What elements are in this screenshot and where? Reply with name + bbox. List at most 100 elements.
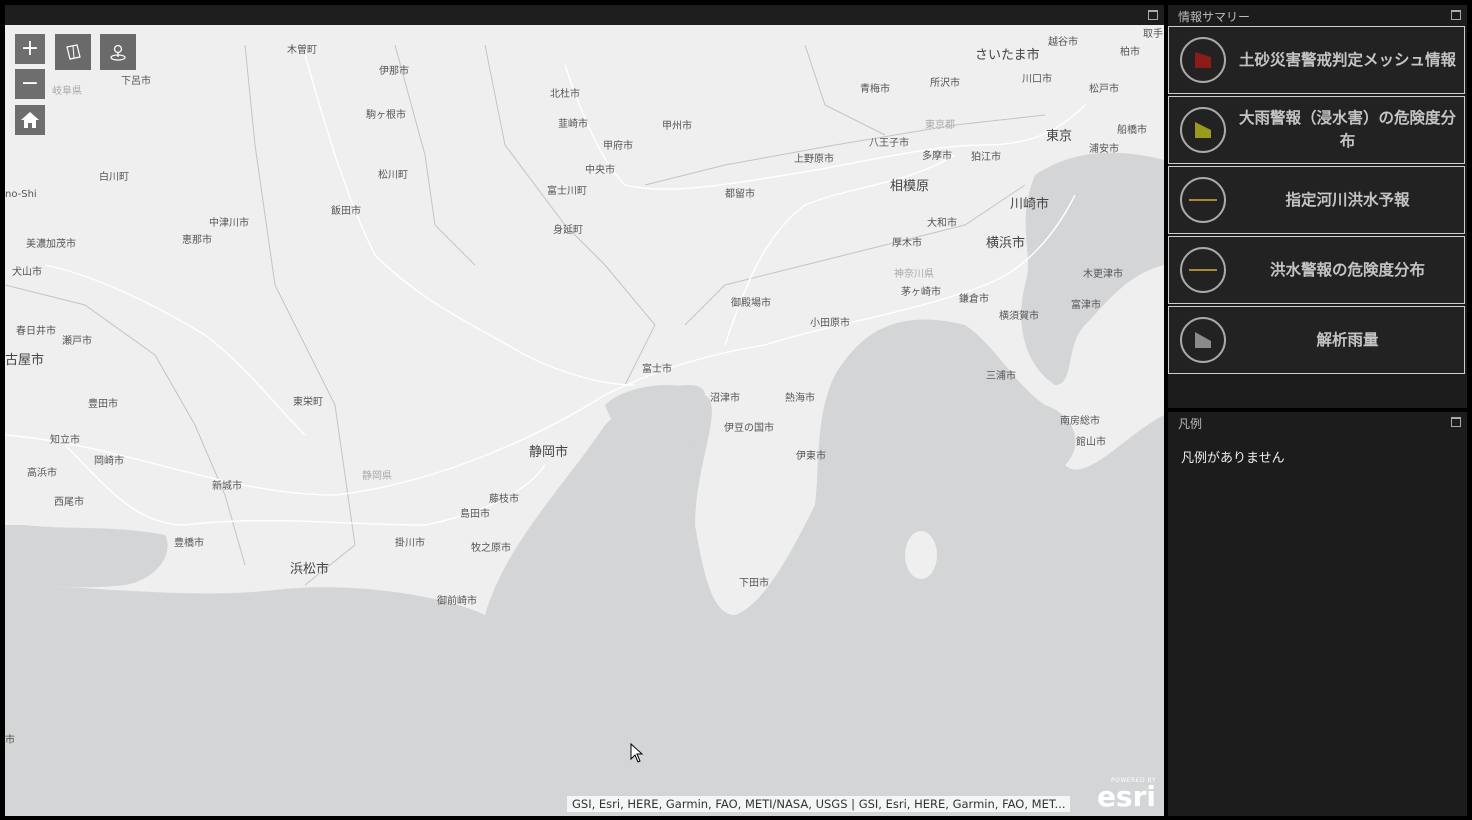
map-label: 犬山市	[12, 267, 42, 278]
summary-card-label: 指定河川洪水予報	[1285, 190, 1410, 209]
map-label: 大和市	[927, 218, 957, 229]
map-label: 取手	[1143, 29, 1163, 40]
map-label: 中津川市	[209, 218, 249, 229]
summary-card-flood-risk[interactable]: 大雨警報（浸水害）の危険度分布	[1168, 96, 1465, 164]
map-label: 多摩市	[922, 151, 952, 162]
map-label: 船橋市	[1117, 125, 1147, 136]
summary-card-label: 土砂災害警戒判定メッシュ情報	[1238, 50, 1456, 69]
map-label: 富士川町	[547, 186, 587, 197]
map-label: 甲州市	[662, 121, 692, 132]
map-label: 豊橋市	[174, 538, 204, 549]
map-label: 富津市	[1071, 300, 1101, 311]
red-flag-icon	[1180, 37, 1226, 83]
map-label: 小田原市	[810, 318, 850, 329]
map-label: no-Shi	[5, 189, 37, 200]
map-label: 横浜市	[986, 236, 1026, 251]
map-label: 東京	[1046, 129, 1073, 144]
zoom-in-button[interactable]: +	[15, 34, 45, 64]
summary-card-river-forecast[interactable]: 指定河川洪水予報	[1168, 166, 1465, 234]
map-label: 掛川市	[395, 538, 425, 549]
map-label: 美濃加茂市	[26, 239, 76, 250]
map-panel: 木曽町 伊那市 下呂市 岐阜県 駒ヶ根市 北杜市 韮崎市 甲府市 甲州市 中央市…	[5, 5, 1164, 816]
map-label: 熱海市	[785, 393, 815, 404]
map-label: 高浜市	[27, 468, 57, 479]
map-label: 古屋市	[5, 353, 45, 368]
summary-card-landslide[interactable]: 土砂災害警戒判定メッシュ情報	[1168, 26, 1465, 94]
map-label: 西尾市	[54, 497, 84, 508]
map-label: 伊豆の国市	[724, 423, 774, 434]
mouse-cursor-icon	[630, 743, 644, 763]
map-header	[5, 5, 1164, 25]
maximize-icon[interactable]	[1148, 10, 1158, 20]
map-label: 沼津市	[710, 393, 740, 404]
map-label: 北杜市	[550, 89, 580, 100]
map-label: 新城市	[212, 481, 242, 492]
map-label: 下田市	[739, 578, 769, 589]
summary-card-label: 洪水警報の危険度分布	[1269, 260, 1425, 279]
map-label: 茅ヶ崎市	[901, 287, 941, 298]
map-label: 静岡県	[362, 471, 392, 482]
esri-logo-text: esri	[1096, 780, 1156, 813]
maximize-icon[interactable]	[1451, 417, 1461, 427]
measure-button[interactable]	[55, 34, 91, 70]
esri-logo: POWERED BY esri	[1096, 777, 1156, 813]
maximize-icon[interactable]	[1451, 10, 1461, 20]
map-label: 下呂市	[121, 76, 151, 87]
map-label: 南房総市	[1060, 416, 1100, 427]
map-label: 都留市	[725, 189, 755, 200]
map-label: 春日井市	[16, 326, 56, 337]
map-label: 狛江市	[971, 152, 1001, 163]
map-canvas[interactable]: 木曽町 伊那市 下呂市 岐阜県 駒ヶ根市 北杜市 韮崎市 甲府市 甲州市 中央市…	[5, 25, 1164, 816]
map-label: 韮崎市	[558, 119, 588, 130]
zoom-out-button[interactable]: −	[15, 69, 45, 99]
map-label: 三浦市	[986, 371, 1016, 382]
map-label: 身延町	[553, 225, 583, 236]
map-label: 岡崎市	[94, 456, 124, 467]
map-label: 飯田市	[331, 206, 361, 217]
attribution: GSI, Esri, HERE, Garmin, FAO, METI/NASA,…	[567, 796, 1071, 812]
map-label: 富士市	[642, 364, 672, 375]
map-label: 御前崎市	[437, 596, 477, 607]
map-label: 松戸市	[1089, 84, 1119, 95]
map-label: 青梅市	[860, 84, 890, 95]
summary-panel: 情報サマリー 土砂災害警戒判定メッシュ情報 大雨警報（浸水害）の危険度分布 指定…	[1168, 5, 1467, 408]
map-label: 神奈川県	[894, 269, 934, 280]
island	[905, 531, 937, 579]
legend-title: 凡例	[1178, 417, 1203, 431]
gray-flag-icon	[1180, 317, 1226, 363]
map-label: 浦安市	[1089, 144, 1119, 155]
map-label: 瀬戸市	[62, 336, 92, 347]
mikawa-bay	[5, 525, 168, 588]
map-label: 八王子市	[869, 138, 909, 149]
summary-card-label: 大雨警報（浸水害）の危険度分布	[1238, 109, 1456, 150]
map-label: 駒ヶ根市	[366, 110, 406, 121]
map-label: さいたま市	[975, 48, 1040, 63]
map-label: 越谷市	[1048, 37, 1078, 48]
home-button[interactable]	[15, 105, 45, 135]
summary-card-flood-warning[interactable]: 洪水警報の危険度分布	[1168, 236, 1465, 304]
home-icon	[21, 112, 39, 128]
line-icon	[1180, 247, 1226, 293]
locate-button[interactable]	[100, 34, 136, 70]
map-label: 館山市	[1076, 437, 1106, 448]
map-label: 豊田市	[88, 399, 118, 410]
summary-card-rainfall[interactable]: 解析雨量	[1168, 306, 1465, 374]
map-label: 甲府市	[603, 141, 633, 152]
map-label: 厚木市	[892, 238, 922, 249]
map-label: 藤枝市	[489, 494, 519, 505]
map-label: 伊東市	[796, 451, 826, 462]
legend-empty-text: 凡例がありません	[1181, 451, 1285, 466]
map-label: 島田市	[460, 509, 490, 520]
map-label: 中央市	[585, 165, 615, 176]
map-label: 松川町	[378, 170, 408, 181]
map-label: 木曽町	[287, 45, 317, 56]
map-label: 岐阜県	[52, 86, 82, 97]
map-label: 柏市	[1120, 47, 1140, 58]
measure-icon	[66, 44, 81, 60]
map-label: 伊那市	[379, 66, 409, 77]
map-label: 東京都	[925, 120, 955, 131]
map-label: 川崎市	[1010, 197, 1050, 212]
summary-title: 情報サマリー	[1178, 10, 1251, 24]
map-label: 浜松市	[290, 562, 330, 577]
map-label: 東栄町	[293, 397, 323, 408]
